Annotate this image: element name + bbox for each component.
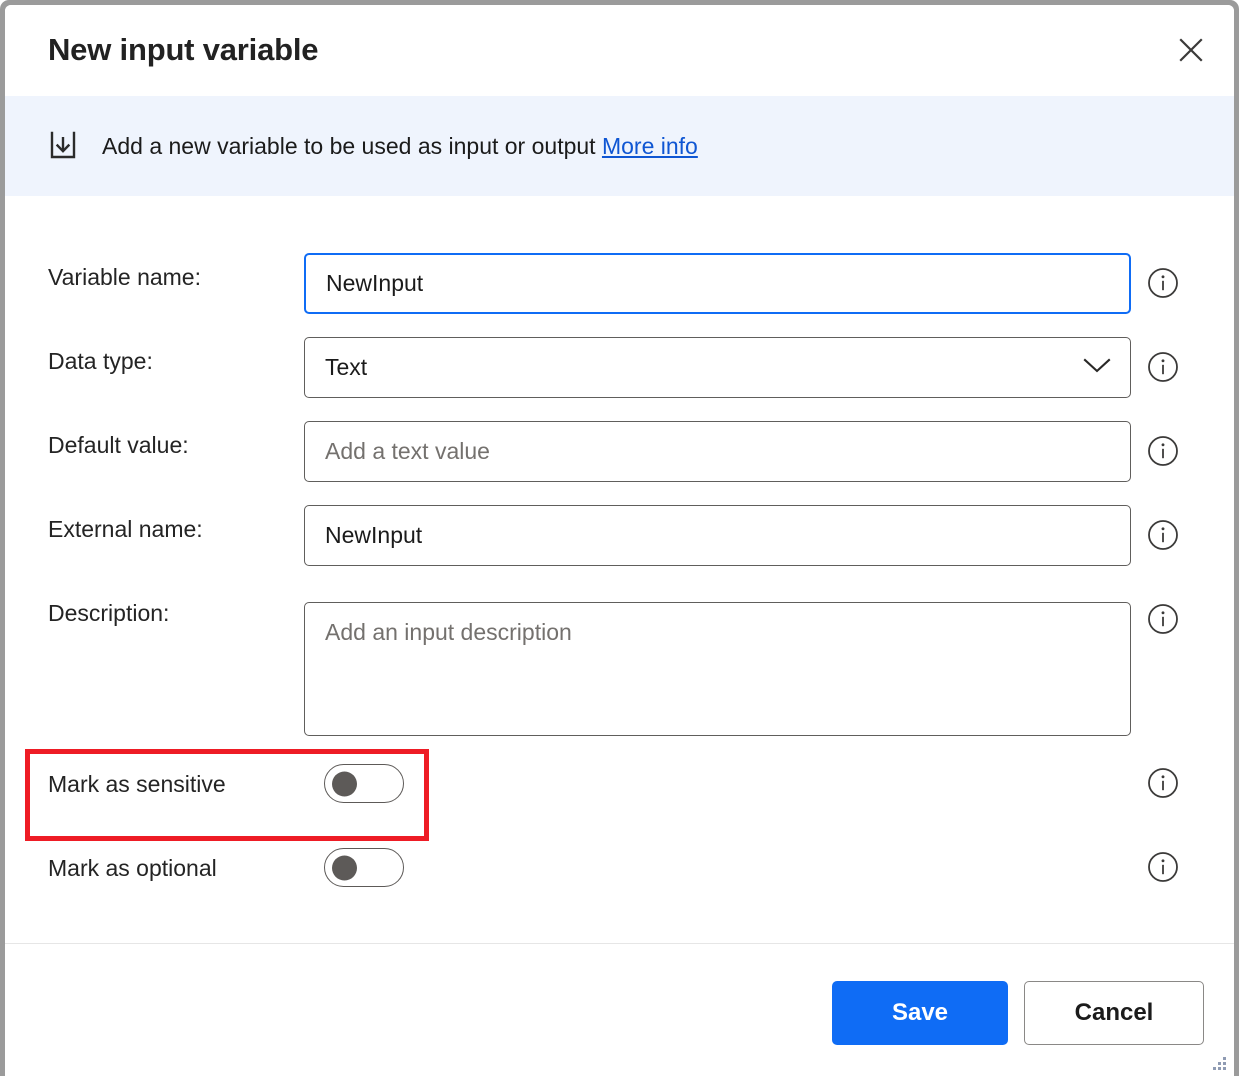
- variable-name-input[interactable]: NewInput: [304, 253, 1131, 314]
- cancel-button[interactable]: Cancel: [1024, 981, 1204, 1045]
- toggle-mark-as-sensitive[interactable]: [324, 764, 404, 803]
- data-type-select[interactable]: Text: [304, 337, 1131, 398]
- info-icon-mark-as-optional[interactable]: [1145, 849, 1181, 885]
- info-icon-mark-as-sensitive[interactable]: [1145, 765, 1181, 801]
- info-icon-variable-name[interactable]: [1145, 265, 1181, 301]
- info-icon-default-value[interactable]: [1145, 433, 1181, 469]
- toggle-knob: [332, 855, 357, 880]
- chevron-down-icon: [1082, 354, 1112, 381]
- form-area: Variable name: NewInput Data type: Text: [5, 196, 1234, 1076]
- description-textarea[interactable]: Add an input description: [304, 602, 1131, 736]
- label-mark-as-optional: Mark as optional: [48, 855, 217, 881]
- default-value-input[interactable]: Add a text value: [304, 421, 1131, 482]
- default-value-placeholder: Add a text value: [325, 438, 490, 464]
- resize-grip-icon[interactable]: [1207, 1051, 1229, 1073]
- label-variable-name: Variable name:: [48, 264, 201, 290]
- info-icon-description[interactable]: [1145, 601, 1181, 637]
- label-default-value: Default value:: [48, 432, 189, 458]
- page-title: New input variable: [48, 32, 319, 67]
- more-info-link[interactable]: More info: [602, 133, 698, 159]
- label-mark-as-sensitive: Mark as sensitive: [48, 771, 226, 797]
- banner-description: Add a new variable to be used as input o…: [102, 132, 596, 159]
- external-name-value: NewInput: [325, 522, 423, 548]
- save-button[interactable]: Save: [832, 981, 1008, 1045]
- dialog-titlebar: New input variable: [5, 5, 1234, 96]
- dialog-window-content: New input variable Add a new variable to…: [5, 5, 1234, 1076]
- label-description: Description:: [48, 600, 170, 626]
- banner-text: Add a new variable to be used as input o…: [102, 133, 698, 160]
- info-icon-external-name[interactable]: [1145, 517, 1181, 553]
- description-placeholder: Add an input description: [325, 619, 572, 645]
- footer-divider: [5, 943, 1234, 944]
- variable-name-value: NewInput: [326, 270, 424, 296]
- info-icon-data-type[interactable]: [1145, 349, 1181, 385]
- close-button[interactable]: [1167, 27, 1215, 73]
- dialog-window: New input variable Add a new variable to…: [0, 0, 1239, 1076]
- external-name-input[interactable]: NewInput: [304, 505, 1131, 566]
- close-icon: [1178, 37, 1204, 63]
- label-external-name: External name:: [48, 516, 203, 542]
- toggle-knob: [332, 771, 357, 796]
- data-type-value: Text: [325, 354, 368, 380]
- toggle-mark-as-optional[interactable]: [324, 848, 404, 887]
- info-banner: Add a new variable to be used as input o…: [5, 96, 1234, 196]
- input-variable-icon: [46, 129, 80, 163]
- label-data-type: Data type:: [48, 348, 153, 374]
